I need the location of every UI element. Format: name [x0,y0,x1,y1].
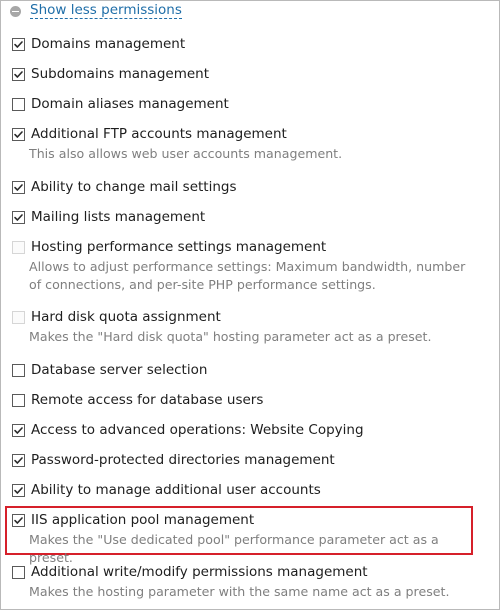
permission-description: Makes the "Hard disk quota" hosting para… [29,329,432,344]
permission-label: Domain aliases management [31,96,229,112]
permission-mail-settings: Ability to change mail settings [12,178,482,196]
permission-label: Remote access for database users [31,392,264,408]
checkmark-icon [14,426,23,434]
permission-label: Ability to change mail settings [31,179,237,195]
checkbox-subdomains-management[interactable] [12,67,25,81]
permission-label: Domains management [31,36,186,52]
permission-remote-database-access: Remote access for database users [12,391,482,409]
checkbox-remote-database-access[interactable] [12,393,25,407]
permission-description: This also allows web user accounts manag… [29,146,343,161]
permission-label: Additional write/modify permissions mana… [31,564,368,580]
permission-label: Mailing lists management [31,209,206,225]
show-less-permissions-link[interactable]: Show less permissions [30,3,182,19]
permission-label: Database server selection [31,362,208,378]
checkbox-mail-settings[interactable] [12,180,25,194]
permissions-panel: Show less permissions Domains management… [0,0,500,610]
permission-description: Allows to adjust performance settings: M… [29,259,466,292]
checkmark-icon [14,130,23,138]
permission-label: Password-protected directories managemen… [31,452,335,468]
checkbox-hard-disk-quota-assignment [12,310,25,324]
checkbox-ftp-accounts-management[interactable] [12,127,25,141]
permission-additional-user-accounts: Ability to manage additional user accoun… [12,481,482,499]
checkmark-icon [14,213,23,221]
checkbox-domains-management[interactable] [12,37,25,51]
checkmark-icon [14,486,23,494]
checkbox-additional-user-accounts[interactable] [12,483,25,497]
permission-hosting-performance-settings: Hosting performance settings management … [12,238,482,294]
permission-subdomains-management: Subdomains management [12,65,482,83]
permission-label: Access to advanced operations: Website C… [31,422,364,438]
permission-protected-directories: Password-protected directories managemen… [12,451,482,469]
checkmark-icon [14,40,23,48]
checkbox-protected-directories[interactable] [12,453,25,467]
permission-domains-management: Domains management [12,35,482,53]
permission-label: Subdomains management [31,66,210,82]
permission-ftp-accounts-management: Additional FTP accounts management This … [12,125,482,163]
checkbox-hosting-performance-settings [12,240,25,254]
permission-mailing-lists-management: Mailing lists management [12,208,482,226]
permission-description: Makes the "Use dedicated pool" performan… [29,532,439,565]
permission-description: Makes the hosting parameter with the sam… [29,584,450,599]
checkmark-icon [14,70,23,78]
checkbox-database-server-selection[interactable] [12,363,25,377]
permission-label: Ability to manage additional user accoun… [31,482,321,498]
permission-label: Hard disk quota assignment [31,309,221,325]
permission-domain-aliases-management: Domain aliases management [12,95,482,113]
checkbox-mailing-lists-management[interactable] [12,210,25,224]
permission-label: Hosting performance settings management [31,239,327,255]
permission-label: Additional FTP accounts management [31,126,287,142]
checkbox-advanced-operations[interactable] [12,423,25,437]
checkmark-icon [14,183,23,191]
permission-database-server-selection: Database server selection [12,361,482,379]
checkmark-icon [14,456,23,464]
collapse-minus-icon[interactable] [10,5,21,17]
checkbox-iis-application-pool[interactable] [12,513,25,527]
checkbox-write-modify[interactable] [12,565,25,579]
permission-advanced-operations: Access to advanced operations: Website C… [12,421,482,439]
checkmark-icon [14,516,23,524]
permission-label: IIS application pool management [31,512,255,528]
checkbox-domain-aliases-management[interactable] [12,97,25,111]
show-less-permissions-toggle[interactable]: Show less permissions [10,3,182,19]
permission-hard-disk-quota-assignment: Hard disk quota assignment Makes the "Ha… [12,308,482,346]
permission-iis-application-pool: IIS application pool management Makes th… [12,511,482,567]
permission-write-modify: Additional write/modify permissions mana… [12,563,482,601]
